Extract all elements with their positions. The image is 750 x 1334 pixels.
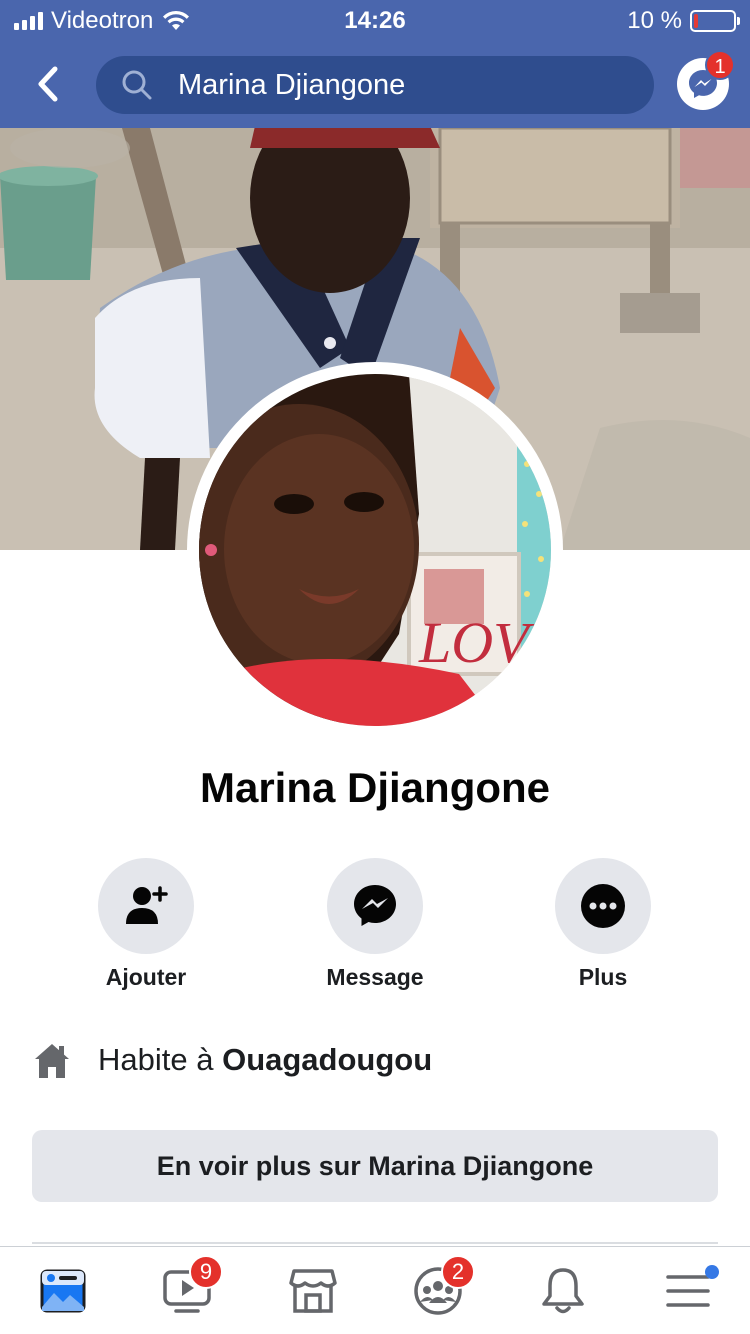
profile-page: Videotron 14:26 10 % Marina Djiangone 1 … — [0, 0, 750, 1334]
battery-group: 10 % — [627, 7, 740, 35]
status-bar: Videotron 14:26 10 % — [0, 0, 750, 40]
menu-notification-dot — [705, 1265, 719, 1279]
divider — [32, 1242, 718, 1244]
more-circle[interactable] — [555, 858, 651, 954]
more-button[interactable]: Plus — [513, 858, 693, 991]
tab-watch[interactable]: 9 — [125, 1247, 250, 1334]
lives-in-city[interactable]: Ouagadougou — [222, 1042, 432, 1077]
search-input[interactable]: Marina Djiangone — [178, 69, 405, 102]
tab-menu[interactable] — [625, 1247, 750, 1334]
messenger-icon — [354, 885, 396, 926]
tab-groups[interactable]: 2 — [375, 1247, 500, 1334]
lives-in-prefix: Habite à — [98, 1042, 223, 1077]
chevron-left-icon — [38, 66, 58, 102]
bottom-tab-bar: 9 2 — [0, 1246, 750, 1334]
add-friend-button[interactable]: Ajouter — [56, 858, 236, 991]
groups-badge: 2 — [441, 1255, 475, 1289]
messenger-badge: 1 — [705, 50, 735, 80]
add-friend-label: Ajouter — [105, 964, 187, 990]
battery-percent: 10 % — [627, 7, 682, 34]
tab-notifications[interactable] — [500, 1247, 625, 1334]
avatar[interactable]: LOVE — [199, 374, 551, 726]
message-label: Message — [326, 964, 424, 990]
more-label: Plus — [578, 964, 628, 990]
tab-marketplace[interactable] — [250, 1247, 375, 1334]
profile-name: Marina Djiangone — [199, 764, 551, 811]
message-circle[interactable] — [327, 858, 423, 954]
battery-icon — [690, 10, 740, 32]
message-button[interactable]: Message — [285, 858, 465, 991]
add-friend-icon — [126, 886, 168, 924]
lives-in-row: Habite à Ouagadougou — [32, 1040, 432, 1080]
lives-in-text: Habite à Ouagadougou — [98, 1042, 432, 1078]
news-feed-icon — [40, 1269, 85, 1313]
more-icon — [581, 884, 625, 928]
watch-badge: 9 — [189, 1255, 223, 1289]
search-icon — [120, 68, 154, 102]
menu-icon — [665, 1275, 710, 1307]
tab-news-feed[interactable] — [0, 1247, 125, 1334]
home-icon — [35, 1044, 69, 1078]
back-button[interactable] — [28, 62, 68, 106]
marketplace-icon — [288, 1269, 337, 1313]
app-header: Videotron 14:26 10 % Marina Djiangone 1 — [0, 0, 750, 128]
notifications-icon — [541, 1268, 584, 1314]
search-bar[interactable]: Marina Djiangone — [96, 56, 654, 114]
add-friend-circle[interactable] — [98, 858, 194, 954]
see-more-about-button[interactable]: En voir plus sur Marina Djiangone — [32, 1130, 718, 1202]
